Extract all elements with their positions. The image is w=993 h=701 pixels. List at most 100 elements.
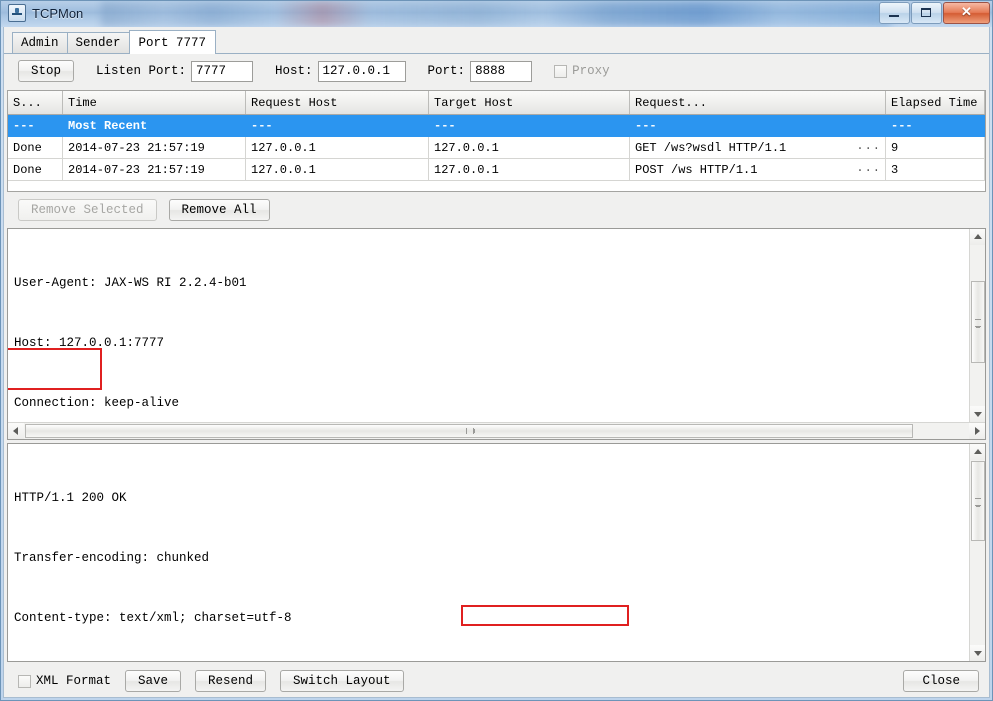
request-line: Connection: keep-alive — [14, 396, 180, 410]
cell-request-ellipsis: ... — [856, 139, 881, 153]
column-header-target-host[interactable]: Target Host — [428, 91, 630, 115]
cell-state: Done — [8, 136, 63, 159]
cell-target-host: 127.0.0.1 — [428, 158, 630, 181]
cell-target-host: --- — [428, 114, 630, 137]
response-scroll-thumb[interactable] — [971, 461, 985, 541]
table-header-row: S... Time Request Host Target Host Reque… — [8, 91, 985, 115]
cell-request-text: POST /ws HTTP/1.1 — [635, 162, 758, 177]
cell-request: --- — [629, 114, 886, 137]
window-controls: ✕ — [879, 2, 990, 24]
xml-format-checkbox[interactable] — [18, 674, 31, 688]
switch-layout-button[interactable]: Switch Layout — [280, 670, 404, 692]
connection-control-bar: Stop Listen Port: Host: Port: Proxy — [4, 54, 989, 88]
scroll-down-icon[interactable] — [970, 406, 985, 422]
cell-request-host: 127.0.0.1 — [245, 158, 429, 181]
column-header-request[interactable]: Request... — [629, 91, 886, 115]
column-header-time[interactable]: Time — [62, 91, 246, 115]
tcpmon-window: TCPMon ✕ Admin Sender Port 7777 Stop Lis… — [0, 0, 993, 701]
cell-elapsed-time: 9 — [885, 136, 985, 159]
stop-button[interactable]: Stop — [18, 60, 75, 82]
cell-elapsed-time: 3 — [885, 158, 985, 181]
host-label: Host: — [275, 64, 313, 78]
response-line: HTTP/1.1 200 OK — [14, 491, 127, 505]
screenshot-root: TCPMon ✕ Admin Sender Port 7777 Stop Lis… — [0, 0, 993, 701]
response-panel: HTTP/1.1 200 OK Transfer-encoding: chunk… — [7, 443, 986, 662]
cell-request-ellipsis: ... — [856, 161, 881, 175]
scroll-left-icon[interactable] — [8, 423, 24, 439]
column-header-state[interactable]: S... — [8, 91, 63, 115]
cell-state: --- — [8, 114, 63, 137]
request-panel: User-Agent: JAX-WS RI 2.2.4-b01 Host: 12… — [7, 228, 986, 440]
tab-sender[interactable]: Sender — [66, 32, 130, 53]
scroll-up-icon[interactable] — [970, 229, 985, 245]
request-line: Host: 127.0.0.1:7777 — [14, 336, 165, 350]
remove-button-bar: Remove Selected Remove All — [4, 192, 989, 228]
tab-admin[interactable]: Admin — [12, 32, 68, 53]
close-window-button[interactable]: ✕ — [943, 2, 990, 24]
background-window-blur — [101, 1, 891, 27]
save-button[interactable]: Save — [125, 670, 182, 692]
request-line: User-Agent: JAX-WS RI 2.2.4-b01 — [14, 276, 247, 290]
table-row[interactable]: --- Most Recent --- --- --- --- — [8, 114, 985, 137]
tab-bar: Admin Sender Port 7777 — [4, 27, 989, 54]
cell-request: GET /ws?wsdl HTTP/1.1 ... — [629, 136, 886, 159]
host-input[interactable] — [317, 60, 406, 82]
request-horizontal-scrollbar[interactable] — [8, 422, 985, 439]
column-header-elapsed-time[interactable]: Elapsed Time — [885, 91, 985, 115]
response-text-area[interactable]: HTTP/1.1 200 OK Transfer-encoding: chunk… — [8, 444, 969, 661]
remove-all-button[interactable]: Remove All — [168, 199, 270, 221]
bottom-toolbar: XML Format Save Resend Switch Layout Clo… — [4, 665, 989, 697]
column-header-request-host[interactable]: Request Host — [245, 91, 429, 115]
maximize-button[interactable] — [911, 2, 942, 24]
table-row[interactable]: Done 2014-07-23 21:57:19 127.0.0.1 127.0… — [8, 158, 985, 181]
table-row[interactable]: Done 2014-07-23 21:57:19 127.0.0.1 127.0… — [8, 136, 985, 159]
cell-time: 2014-07-23 21:57:19 — [62, 136, 246, 159]
title-bar[interactable]: TCPMon ✕ — [1, 1, 992, 27]
connections-table: S... Time Request Host Target Host Reque… — [8, 91, 985, 181]
proxy-label: Proxy — [572, 64, 610, 78]
cell-request: POST /ws HTTP/1.1 ... — [629, 158, 886, 181]
cell-state: Done — [8, 158, 63, 181]
listen-port-input[interactable] — [191, 60, 254, 82]
table-header: S... Time Request Host Target Host Reque… — [8, 91, 985, 115]
cell-request-host: --- — [245, 114, 429, 137]
proxy-checkbox[interactable] — [554, 64, 568, 78]
request-vertical-scrollbar[interactable] — [969, 229, 985, 422]
response-panel-inner: HTTP/1.1 200 OK Transfer-encoding: chunk… — [8, 444, 985, 661]
remove-selected-button[interactable]: Remove Selected — [18, 199, 157, 221]
proxy-checkbox-group[interactable]: Proxy — [554, 64, 610, 78]
connections-table-container[interactable]: S... Time Request Host Target Host Reque… — [7, 90, 986, 192]
table-body: --- Most Recent --- --- --- --- Done 201… — [8, 114, 985, 181]
cell-request-host: 127.0.0.1 — [245, 136, 429, 159]
minimize-icon — [889, 15, 899, 17]
xml-format-label: XML Format — [36, 674, 112, 688]
close-icon: ✕ — [961, 4, 972, 19]
tab-port-7777[interactable]: Port 7777 — [128, 30, 217, 54]
cell-request-text: --- — [635, 118, 657, 133]
target-port-input[interactable] — [470, 60, 533, 82]
cell-elapsed-time: --- — [885, 114, 985, 137]
cell-time: Most Recent — [62, 114, 246, 137]
request-highlight-annotation — [8, 348, 102, 390]
minimize-button[interactable] — [879, 2, 910, 24]
scroll-down-icon[interactable] — [970, 645, 985, 661]
request-hscroll-thumb[interactable] — [25, 424, 913, 438]
request-scroll-thumb[interactable] — [971, 281, 985, 363]
response-line: Transfer-encoding: chunked — [14, 551, 210, 565]
request-panel-inner: User-Agent: JAX-WS RI 2.2.4-b01 Host: 12… — [8, 229, 985, 422]
scroll-right-icon[interactable] — [969, 423, 985, 439]
client-area: Admin Sender Port 7777 Stop Listen Port:… — [3, 27, 990, 698]
maximize-icon — [921, 8, 931, 17]
resend-button[interactable]: Resend — [195, 670, 267, 692]
cell-time: 2014-07-23 21:57:19 — [62, 158, 246, 181]
response-vertical-scrollbar[interactable] — [969, 444, 985, 661]
listen-port-label: Listen Port: — [96, 64, 187, 78]
request-text-area[interactable]: User-Agent: JAX-WS RI 2.2.4-b01 Host: 12… — [8, 229, 969, 422]
close-button[interactable]: Close — [903, 670, 979, 692]
title-bar-left: TCPMon — [8, 4, 83, 22]
scroll-up-icon[interactable] — [970, 444, 985, 460]
application-icon — [8, 4, 26, 22]
cell-target-host: 127.0.0.1 — [428, 136, 630, 159]
window-title: TCPMon — [32, 5, 84, 21]
xml-format-checkbox-group[interactable]: XML Format — [18, 674, 111, 688]
